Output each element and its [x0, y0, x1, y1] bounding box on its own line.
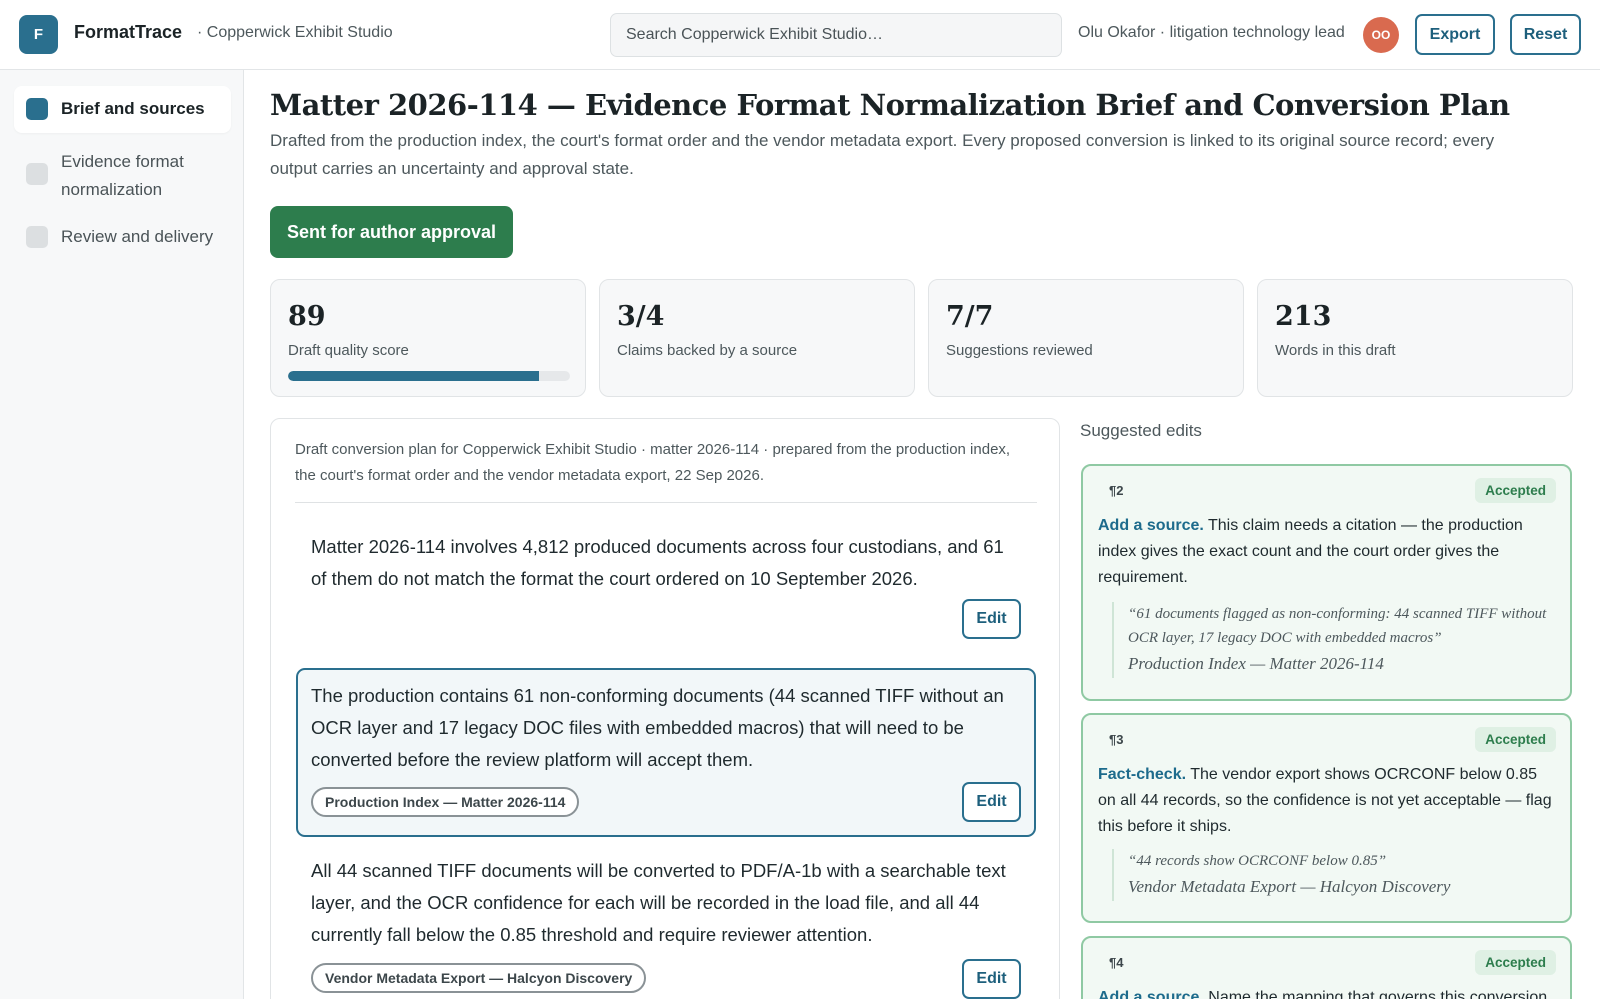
suggestion-text: Name the mapping that governs this conve… [1208, 989, 1548, 999]
stat-card-suggestions: 7/7 Suggestions reviewed [928, 279, 1244, 397]
search-input[interactable] [610, 13, 1062, 57]
step-marker-icon [26, 163, 48, 185]
edit-button[interactable]: Edit [962, 959, 1021, 999]
stat-value: 3/4 [617, 301, 665, 332]
stat-value: 7/7 [946, 301, 994, 332]
suggestion-body: Fact-check. The vendor export shows OCRC… [1098, 762, 1558, 840]
reset-button[interactable]: Reset [1510, 14, 1581, 55]
workspace-name: · Copperwick Exhibit Studio [197, 24, 393, 41]
suggestions-heading: Suggested edits [1080, 421, 1202, 440]
document-header: Draft conversion plan for Copperwick Exh… [295, 441, 1011, 484]
sidebar-item-brief-and-sources[interactable]: Brief and sources [14, 86, 231, 133]
sidebar-item-label: Evidence format normalization [61, 152, 184, 199]
stat-label: Draft quality score [288, 342, 409, 359]
step-marker-icon [26, 98, 48, 120]
user-name: Olu Okafor · litigation technology lead [1078, 24, 1345, 41]
paragraph-ref: ¶4 [1109, 955, 1124, 970]
stat-value: 213 [1275, 301, 1332, 332]
source-chip[interactable]: Production Index — Matter 2026-114 [311, 787, 580, 817]
suggestion-kind: Add a source. [1098, 517, 1204, 534]
stat-value: 89 [288, 301, 326, 332]
suggestion-body: Add a source. Name the mapping that gove… [1098, 985, 1558, 999]
edit-button[interactable]: Edit [962, 599, 1021, 639]
app-logo: F [19, 15, 58, 54]
stat-card-quality: 89 Draft quality score [270, 279, 586, 397]
paragraph-2[interactable]: The production contains 61 non-conformin… [296, 668, 1036, 837]
quote-source: Production Index — Matter 2026-114 [1128, 654, 1384, 673]
suggestion-card-2[interactable]: ¶3 Accepted Fact-check. The vendor expor… [1081, 713, 1572, 923]
stat-label: Claims backed by a source [617, 342, 798, 359]
source-quote: “61 documents flagged as non-conforming:… [1112, 602, 1552, 678]
paragraph-1[interactable]: Matter 2026-114 involves 4,812 produced … [296, 519, 1036, 648]
page-title: Matter 2026-114 — Evidence Format Normal… [270, 88, 1510, 122]
source-quote: “44 records show OCRCONF below 0.85” Ven… [1112, 849, 1552, 901]
quote-text: “61 documents flagged as non-conforming:… [1128, 606, 1547, 646]
sidebar-item-label: Brief and sources [61, 99, 205, 118]
suggestion-card-3[interactable]: ¶4 Accepted Add a source. Name the mappi… [1081, 936, 1572, 999]
step-marker-icon [26, 226, 48, 248]
suggestion-kind: Add a source. [1098, 989, 1204, 999]
sidebar: Brief and sources Evidence format normal… [0, 70, 244, 999]
sidebar-item-review-and-delivery[interactable]: Review and delivery [14, 216, 231, 258]
export-button[interactable]: Export [1415, 14, 1495, 55]
quality-progress-bar [288, 371, 570, 381]
stat-label: Words in this draft [1275, 342, 1396, 359]
edit-button[interactable]: Edit [962, 782, 1021, 822]
status-badge: Accepted [1475, 478, 1556, 503]
status-badge: Accepted [1475, 727, 1556, 752]
stat-label: Suggestions reviewed [946, 342, 1093, 359]
suggestion-card-1[interactable]: ¶2 Accepted Add a source. This claim nee… [1081, 464, 1572, 701]
paragraph-text: All 44 scanned TIFF documents will be co… [311, 860, 1006, 945]
suggestion-body: Add a source. This claim needs a citatio… [1098, 513, 1558, 591]
app-name: FormatTrace [74, 22, 183, 42]
paragraph-text: The production contains 61 non-conformin… [311, 685, 1004, 770]
paragraph-ref: ¶3 [1109, 732, 1124, 747]
top-bar: F FormatTrace · Copperwick Exhibit Studi… [0, 0, 1600, 70]
quote-source: Vendor Metadata Export — Halcyon Discove… [1128, 877, 1451, 896]
paragraph-ref: ¶2 [1109, 483, 1124, 498]
suggestion-kind: Fact-check. [1098, 766, 1187, 783]
status-badge: Accepted [1475, 950, 1556, 975]
page-subtitle: Drafted from the production index, the c… [270, 131, 1495, 178]
stat-card-words: 213 Words in this draft [1257, 279, 1573, 397]
quality-progress-fill [288, 371, 539, 381]
sidebar-item-label: Review and delivery [61, 227, 214, 246]
paragraph-text: Matter 2026-114 involves 4,812 produced … [311, 536, 1004, 589]
source-chip[interactable]: Vendor Metadata Export — Halcyon Discove… [311, 963, 647, 993]
sidebar-item-evidence-format-normalization[interactable]: Evidence format normalization [14, 146, 231, 204]
stat-card-claims: 3/4 Claims backed by a source [599, 279, 915, 397]
paragraph-3[interactable]: All 44 scanned TIFF documents will be co… [296, 843, 1036, 999]
divider [295, 502, 1037, 503]
avatar[interactable]: OO [1363, 17, 1399, 53]
quote-text: “44 records show OCRCONF below 0.85” [1128, 853, 1387, 869]
approval-status-button[interactable]: Sent for author approval [270, 206, 513, 258]
draft-document-panel: Draft conversion plan for Copperwick Exh… [270, 418, 1060, 999]
